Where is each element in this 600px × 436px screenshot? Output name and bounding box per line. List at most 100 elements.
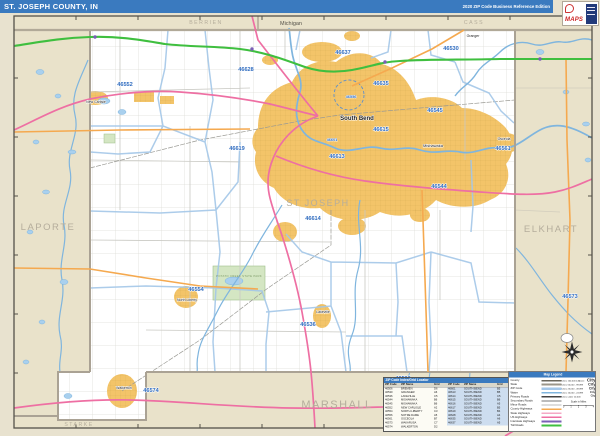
legend-line-sample	[542, 408, 562, 410]
route-shield	[561, 334, 573, 343]
legend-item-label: Toll Roads	[511, 424, 542, 427]
legend-item-label: Water	[511, 391, 542, 394]
scale-tick: 2	[578, 406, 579, 409]
zip-label-46628: 46628	[238, 67, 254, 73]
legend-line-sample	[542, 405, 562, 406]
legend-item-label: State Highways	[511, 412, 542, 415]
legend-scale: Scale in Miles 01234	[562, 401, 596, 409]
zip-index-table: ZIP Code Index/Grid Locator ZIP CodeZIP …	[383, 377, 509, 432]
legend-city-item: Cities under 10,000 City	[562, 395, 596, 399]
scale-tick: 1	[570, 406, 571, 409]
legend-line-sample	[542, 420, 562, 422]
legend-item-toll-roads: Toll Roads	[511, 424, 562, 428]
state-label: Michigan	[280, 21, 302, 27]
logo-blue-panel	[586, 4, 597, 24]
zip-label-46544: 46544	[431, 184, 447, 190]
county-label-laporte: LAPORTE	[21, 222, 76, 233]
legend-city-label: Cities 50,000 - 99,999	[562, 383, 583, 386]
city-label: New Carlisle	[86, 100, 106, 104]
zip-table-cell: SOUTH BEND	[464, 421, 497, 425]
zip-table-left-column: ZIP CodeZIP NameGrid46506BREMEND646530GR…	[384, 383, 447, 429]
city-label: Osceola	[498, 137, 511, 141]
title-bar: ST. JOSEPH COUNTY, IN 2020 ZIP Code Busi…	[0, 0, 553, 13]
legend-item-label: Interstate Highways	[511, 420, 542, 423]
city-label: Lakeville	[316, 310, 330, 314]
legend-city-sample: City	[590, 391, 596, 394]
scale-tick: 3	[585, 406, 586, 409]
zip-table-cell: 46637	[448, 421, 464, 425]
logo-swirl-icon	[565, 4, 574, 13]
legend-city-items: Cities 100,000 & Above City Cities 50,000 …	[562, 379, 596, 399]
city-label: North Liberty	[177, 298, 197, 302]
map-legend: Map Legend CountyStateZIP CodeWaterPrima…	[508, 371, 596, 432]
legend-item-label: ZIP Code	[511, 387, 542, 390]
legend-item-label: County	[511, 379, 542, 382]
zip-table-header: Grid	[497, 383, 508, 387]
zip-table-right-column: ZIP CodeZIP NameGrid46601SOUTH BENDB5466…	[447, 383, 509, 429]
scale-tick: 4	[593, 406, 594, 409]
zip-label-46637: 46637	[335, 50, 351, 56]
map-page: BERRIEN CASS LAPORTE ELKHART ST JOSEPH MARSHA…	[0, 0, 600, 436]
legend-line-sample	[542, 387, 562, 390]
zip-label-46613: 46613	[329, 154, 345, 160]
legend-item-label: Secondary Roads	[511, 400, 542, 403]
legend-item-label: Primary Roads	[511, 395, 542, 398]
park-label: POTATO CREEK STATE PARK	[216, 274, 262, 278]
zip-label-46556: 46556	[346, 94, 358, 99]
zip-label-46635: 46635	[373, 81, 389, 87]
zip-label-46614: 46614	[305, 216, 321, 222]
zip-table-header: ZIP Name	[401, 383, 434, 387]
county-label-marshall: MARSHALL	[301, 399, 372, 411]
zip-label-46601: 46601	[327, 137, 339, 142]
zip-table-header: ZIP Code	[448, 383, 464, 387]
zip-label-46545: 46545	[427, 108, 443, 114]
county-label-starke: STARKE	[64, 422, 93, 428]
zip-table-cell: WALKERTON	[401, 425, 434, 429]
zip-table-cell: A5	[497, 421, 508, 425]
zip-label-46561: 46561	[495, 146, 511, 152]
zip-table-row: 46637SOUTH BENDA5	[447, 421, 509, 425]
county-label-cass: CASS	[464, 20, 484, 26]
legend-city-sample: City	[591, 395, 596, 398]
legend-line-sample	[542, 413, 562, 415]
legend-line-sample	[542, 425, 562, 427]
legend-city-label: Cities 25,000 - 49,999	[562, 387, 583, 390]
legend-item-label: US Highways	[511, 416, 542, 419]
zip-table-row: 46574WALKERTOND2	[384, 425, 447, 429]
county-label-st-joseph: ST JOSEPH	[286, 198, 349, 208]
edition-label: 2020 ZIP Code Business Reference Edition	[463, 0, 550, 13]
zip-table-header: Grid	[434, 383, 445, 387]
zip-table-cell: D2	[434, 425, 445, 429]
compass-rose-icon	[562, 342, 583, 363]
county-label-berrien: BERRIEN	[189, 20, 223, 26]
scale-tick: 0	[563, 406, 564, 409]
page-title: ST. JOSEPH COUNTY, IN	[4, 0, 98, 13]
zip-label-46552: 46552	[117, 82, 133, 88]
legend-line-sample	[542, 384, 562, 386]
legend-line-sample	[542, 401, 562, 402]
scale-ticks: 0 1 2 3 4	[563, 406, 594, 409]
zip-label-46554: 46554	[188, 287, 204, 293]
legend-line-items: CountyStateZIP CodeWaterPrimary Roads Sec…	[511, 379, 562, 428]
legend-item-label: County Highways	[511, 408, 542, 411]
logo-brand-text: MAPS	[565, 17, 583, 23]
legend-city-label: Cities 10,000 - 24,999	[562, 391, 583, 394]
legend-line-sample	[542, 417, 562, 419]
zip-table-header: ZIP Name	[464, 383, 497, 387]
city-label: South Bend	[340, 116, 374, 122]
publisher-logo: MAPS	[562, 1, 599, 26]
legend-city-label: Cities 100,000 & Above	[562, 379, 585, 382]
legend-item-label: Minor Roads	[511, 404, 542, 407]
zip-label-46573: 46573	[562, 294, 578, 300]
zip-table-header: ZIP Code	[385, 383, 401, 387]
legend-city-label: Cities under 10,000	[562, 395, 581, 398]
legend-line-sample	[542, 380, 562, 382]
legend-line-sample	[542, 396, 562, 398]
county-label-elkhart: ELKHART	[524, 224, 578, 235]
city-label: Walkerton	[116, 386, 132, 390]
legend-item-label: State	[511, 383, 542, 386]
zip-label-46536: 46536	[300, 322, 316, 328]
zip-label-46530: 46530	[443, 46, 459, 52]
city-label: Granger	[467, 34, 481, 38]
zip-table-cell: 46574	[385, 425, 401, 429]
